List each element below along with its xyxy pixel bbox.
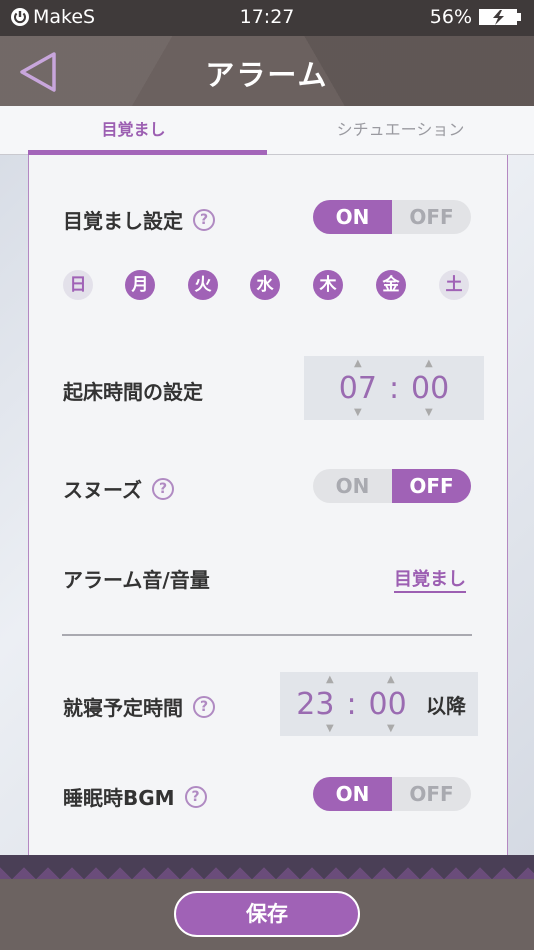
hour-down-icon[interactable]: ▼ bbox=[326, 723, 334, 734]
time-separator: : bbox=[388, 370, 400, 406]
snooze-off[interactable]: OFF bbox=[392, 469, 471, 503]
time-separator: : bbox=[346, 686, 357, 722]
sleep-bgm-row: 睡眠時BGM ? bbox=[63, 782, 207, 811]
help-icon[interactable]: ? bbox=[193, 695, 215, 718]
sleep-hour[interactable]: 23 bbox=[296, 687, 334, 722]
day-fri[interactable]: 金 bbox=[376, 270, 406, 300]
hour-up-icon[interactable]: ▲ bbox=[326, 674, 334, 685]
divider bbox=[62, 634, 472, 636]
tab-bar: 目覚まし シチュエーション bbox=[0, 106, 534, 155]
sleep-time-label: 就寝予定時間 bbox=[63, 696, 183, 720]
hour-up-icon[interactable]: ▲ bbox=[354, 358, 362, 369]
snooze-row: スヌーズ ? bbox=[63, 474, 174, 503]
minute-up-icon[interactable]: ▲ bbox=[425, 358, 433, 369]
day-mon[interactable]: 月 bbox=[125, 270, 155, 300]
wake-setting-row: 目覚まし設定 ? bbox=[63, 205, 215, 234]
wake-off[interactable]: OFF bbox=[392, 200, 471, 234]
weekday-selector: 日 月 火 水 木 金 土 bbox=[63, 270, 473, 302]
sleep-bgm-on[interactable]: ON bbox=[313, 777, 392, 811]
wake-time-label: 起床時間の設定 bbox=[63, 380, 203, 404]
day-tue[interactable]: 火 bbox=[188, 270, 218, 300]
battery-status: 56% bbox=[430, 6, 522, 28]
sleep-bgm-label: 睡眠時BGM bbox=[63, 786, 175, 810]
wake-time-picker[interactable]: ▲ ▼ ▲ ▼ 07 : 00 bbox=[304, 356, 484, 420]
tab-situation[interactable]: シチュエーション bbox=[267, 106, 534, 154]
battery-percent: 56% bbox=[429, 6, 472, 28]
alarm-sound-label: アラーム音/音量 bbox=[63, 568, 210, 592]
wake-hour[interactable]: 07 bbox=[339, 371, 377, 406]
after-label: 以降 bbox=[426, 694, 466, 718]
header: アラーム bbox=[0, 36, 534, 106]
settings-panel bbox=[28, 155, 508, 855]
sleep-bgm-toggle[interactable]: ON OFF bbox=[313, 777, 471, 811]
sleep-bgm-off[interactable]: OFF bbox=[392, 777, 471, 811]
tab-wake[interactable]: 目覚まし bbox=[0, 106, 267, 155]
wake-minute[interactable]: 00 bbox=[411, 371, 449, 406]
sleep-minute[interactable]: 00 bbox=[369, 687, 407, 722]
day-sun[interactable]: 日 bbox=[63, 270, 93, 300]
help-icon[interactable]: ? bbox=[193, 208, 215, 231]
day-thu[interactable]: 木 bbox=[313, 270, 343, 300]
minute-down-icon[interactable]: ▼ bbox=[387, 723, 395, 734]
wake-setting-label: 目覚まし設定 bbox=[63, 209, 183, 233]
wake-on[interactable]: ON bbox=[313, 200, 392, 234]
day-sat[interactable]: 土 bbox=[439, 270, 469, 300]
snooze-toggle[interactable]: ON OFF bbox=[313, 469, 471, 503]
minute-up-icon[interactable]: ▲ bbox=[387, 674, 395, 685]
wake-toggle[interactable]: ON OFF bbox=[313, 200, 471, 234]
page-title: アラーム bbox=[205, 58, 329, 92]
day-wed[interactable]: 水 bbox=[250, 270, 280, 300]
alarm-sound-link[interactable]: 目覚まし bbox=[394, 565, 466, 593]
snooze-label: スヌーズ bbox=[63, 478, 142, 502]
help-icon[interactable]: ? bbox=[184, 785, 207, 808]
battery-icon bbox=[479, 9, 521, 25]
status-bar: MakeS 17:27 56% bbox=[0, 0, 534, 36]
help-icon[interactable]: ? bbox=[152, 477, 174, 500]
hour-down-icon[interactable]: ▼ bbox=[354, 407, 362, 418]
snooze-on[interactable]: ON bbox=[313, 469, 392, 503]
minute-down-icon[interactable]: ▼ bbox=[425, 407, 433, 418]
save-button[interactable]: 保存 bbox=[174, 891, 360, 937]
decorative-band bbox=[0, 855, 534, 879]
sleep-time-row: 就寝予定時間 ? bbox=[63, 692, 215, 721]
